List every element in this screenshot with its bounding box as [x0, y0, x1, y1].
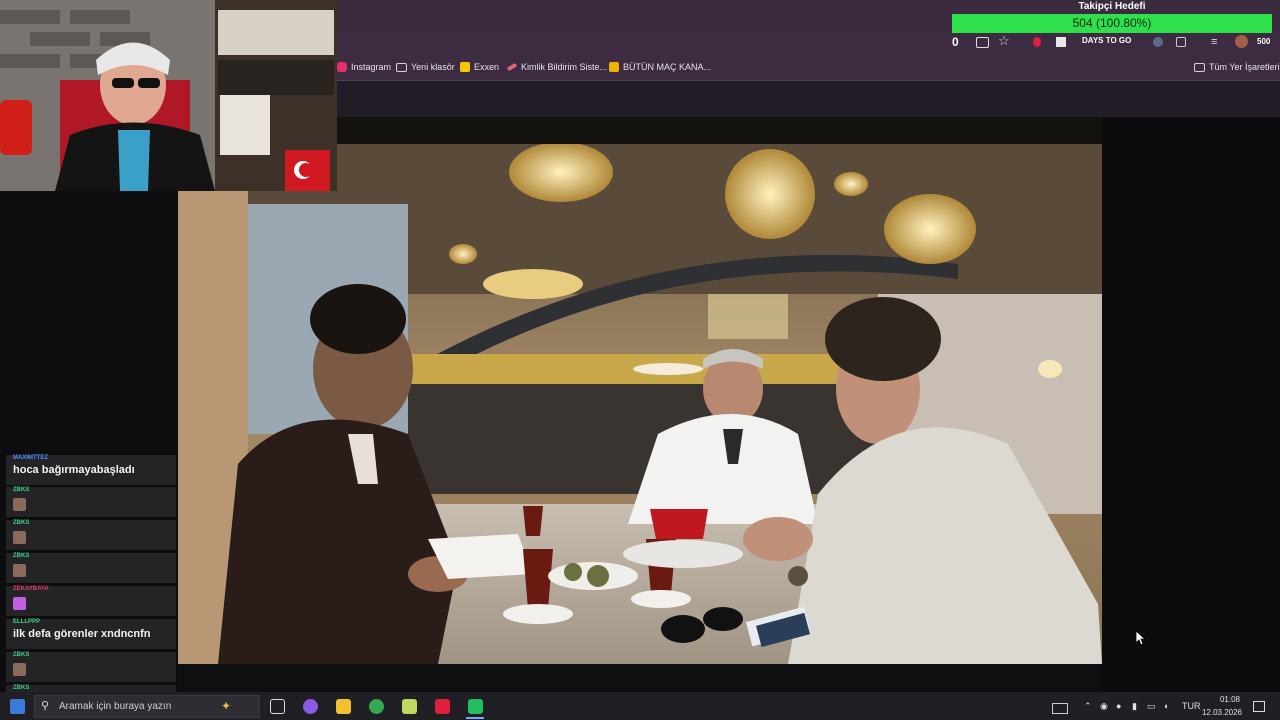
chat-username: ZBKS: [13, 553, 30, 559]
chat-username: ZBKS: [13, 487, 30, 493]
kimlik-icon: [506, 62, 518, 72]
cast-icon[interactable]: [976, 37, 989, 48]
chat-username: ELLLPPP: [13, 619, 41, 625]
start-button[interactable]: [10, 699, 25, 714]
goal-progress-track: 504 (100.80%): [952, 14, 1272, 33]
jp-icon: [609, 62, 619, 72]
chat-username: MAXIMTTEZ: [13, 455, 48, 461]
folder-icon: [396, 62, 407, 72]
notepad-icon[interactable]: [402, 699, 417, 714]
emote-icon: [13, 597, 26, 610]
instagram-icon: [337, 62, 347, 72]
star-icon[interactable]: ☆: [998, 33, 1010, 49]
all-bookmarks-label: Tüm Yer İşaretleri: [1209, 62, 1280, 72]
goal-progress-text: 504 (100.80%): [1072, 16, 1152, 30]
bookmark-label: BÜTÜN MAÇ KANA...: [623, 62, 712, 72]
stream-video[interactable]: [178, 144, 1102, 664]
search-placeholder: Aramak için buraya yazın: [59, 701, 172, 712]
copilot-icon[interactable]: [303, 699, 318, 714]
video-letterbox-bottom: [178, 664, 1102, 692]
keyboard-icon[interactable]: [1052, 703, 1068, 714]
mouse-cursor-icon: [1136, 631, 1146, 646]
file-explorer-icon[interactable]: [336, 699, 351, 714]
emote-icon: [13, 531, 26, 544]
tray-app-icon[interactable]: ◉: [1100, 701, 1108, 712]
video-letterbox-right: [1102, 117, 1280, 692]
video-letterbox-top: [337, 117, 1102, 144]
active-app-indicator: [466, 717, 484, 719]
chat-message: ELLLPPP ilk defa görenler xndncnfn: [6, 619, 176, 649]
extension-white-icon[interactable]: [1056, 37, 1066, 47]
chat-username: ZBKS: [13, 685, 30, 691]
bookmark-label: Instagram: [351, 62, 392, 72]
bookmark-kimlik[interactable]: Kimlik Bildirim Siste...: [506, 60, 608, 74]
toolbar-counter: 0: [952, 35, 959, 49]
clock-date[interactable]: 12.03.2026: [1196, 708, 1242, 717]
bookmark-label: Kimlik Bildirim Siste...: [521, 62, 608, 72]
chat-message: ZBKS: [6, 487, 176, 517]
notifications-icon[interactable]: [1253, 701, 1265, 712]
streamer-webcam-image: [0, 0, 337, 191]
extension-red-icon[interactable]: [1033, 37, 1041, 47]
tray-app-icon-2[interactable]: ●: [1116, 701, 1121, 711]
chrome-icon[interactable]: [369, 699, 384, 714]
avatar[interactable]: [1235, 35, 1248, 48]
volume-icon[interactable]: ◖: [1163, 701, 1168, 711]
reading-list-icon[interactable]: ≡: [1211, 36, 1217, 48]
chat-message: ZEKAYBAYA: [6, 586, 176, 616]
chevron-up-icon[interactable]: ⌃: [1084, 701, 1092, 712]
viewer-count: 500: [1257, 37, 1271, 46]
cafe-scene-image: [178, 144, 1102, 664]
microphone-icon[interactable]: ▮: [1132, 701, 1137, 712]
chat-username: ZBKS: [13, 520, 30, 526]
search-icon: ⚲: [41, 700, 50, 712]
kick-icon[interactable]: [468, 699, 483, 714]
chat-text: hoca bağırmayabaşladı: [13, 464, 135, 476]
chat-message: MAXIMTTEZ hoca bağırmayabaşladı: [6, 455, 176, 485]
network-icon[interactable]: ▭: [1147, 701, 1156, 712]
extensions-puzzle-icon[interactable]: [1176, 37, 1186, 47]
chat-message: ZBKS: [6, 520, 176, 550]
bookmark-label: Exxen: [474, 62, 500, 72]
copilot-sparkle-icon: ✦: [221, 699, 232, 713]
bookmark-instagram[interactable]: Instagram: [337, 60, 391, 74]
follower-goal-widget: Takipçi Hedefi 504 (100.80%): [952, 0, 1272, 35]
emote-icon: [13, 663, 26, 676]
clock-time[interactable]: 01:08: [1204, 695, 1240, 704]
goal-title: Takipçi Hedefi: [1078, 1, 1146, 12]
chat-overlay: MAXIMTTEZ hoca bağırmayabaşladı ZBKS ZBKS ZB…: [6, 455, 176, 692]
exxen-icon: [460, 62, 470, 72]
bookmark-exxen[interactable]: Exxen: [460, 60, 499, 74]
emote-icon: [13, 498, 26, 511]
webcam-overlay: [0, 0, 337, 191]
chat-username: ZEKAYBAYA: [13, 586, 49, 592]
chat-text: ilk defa görenler xndncnfn: [13, 628, 151, 640]
emote-icon: [13, 564, 26, 577]
bookmark-butun-mac[interactable]: BÜTÜN MAÇ KANA...: [609, 60, 711, 74]
folder-icon: [1194, 62, 1205, 72]
chat-message: ZBKS: [6, 553, 176, 583]
extension-blue-icon[interactable]: [1153, 37, 1163, 47]
chat-username: ZBKS: [13, 652, 30, 658]
days-to-go-extension[interactable]: DAYS TO GO: [1082, 36, 1131, 45]
chat-message: ZBKS: [6, 652, 176, 682]
bookmark-label: Yeni klasör: [411, 62, 455, 72]
all-bookmarks[interactable]: Tüm Yer İşaretleri: [1194, 60, 1280, 74]
obs-icon[interactable]: [435, 699, 450, 714]
chat-message: ZBKS: [6, 685, 176, 692]
task-view-icon[interactable]: [270, 699, 285, 714]
taskbar-search-box[interactable]: ⚲ Aramak için buraya yazın ✦: [34, 695, 260, 718]
bookmark-yeni-klasor[interactable]: Yeni klasör: [396, 60, 455, 74]
